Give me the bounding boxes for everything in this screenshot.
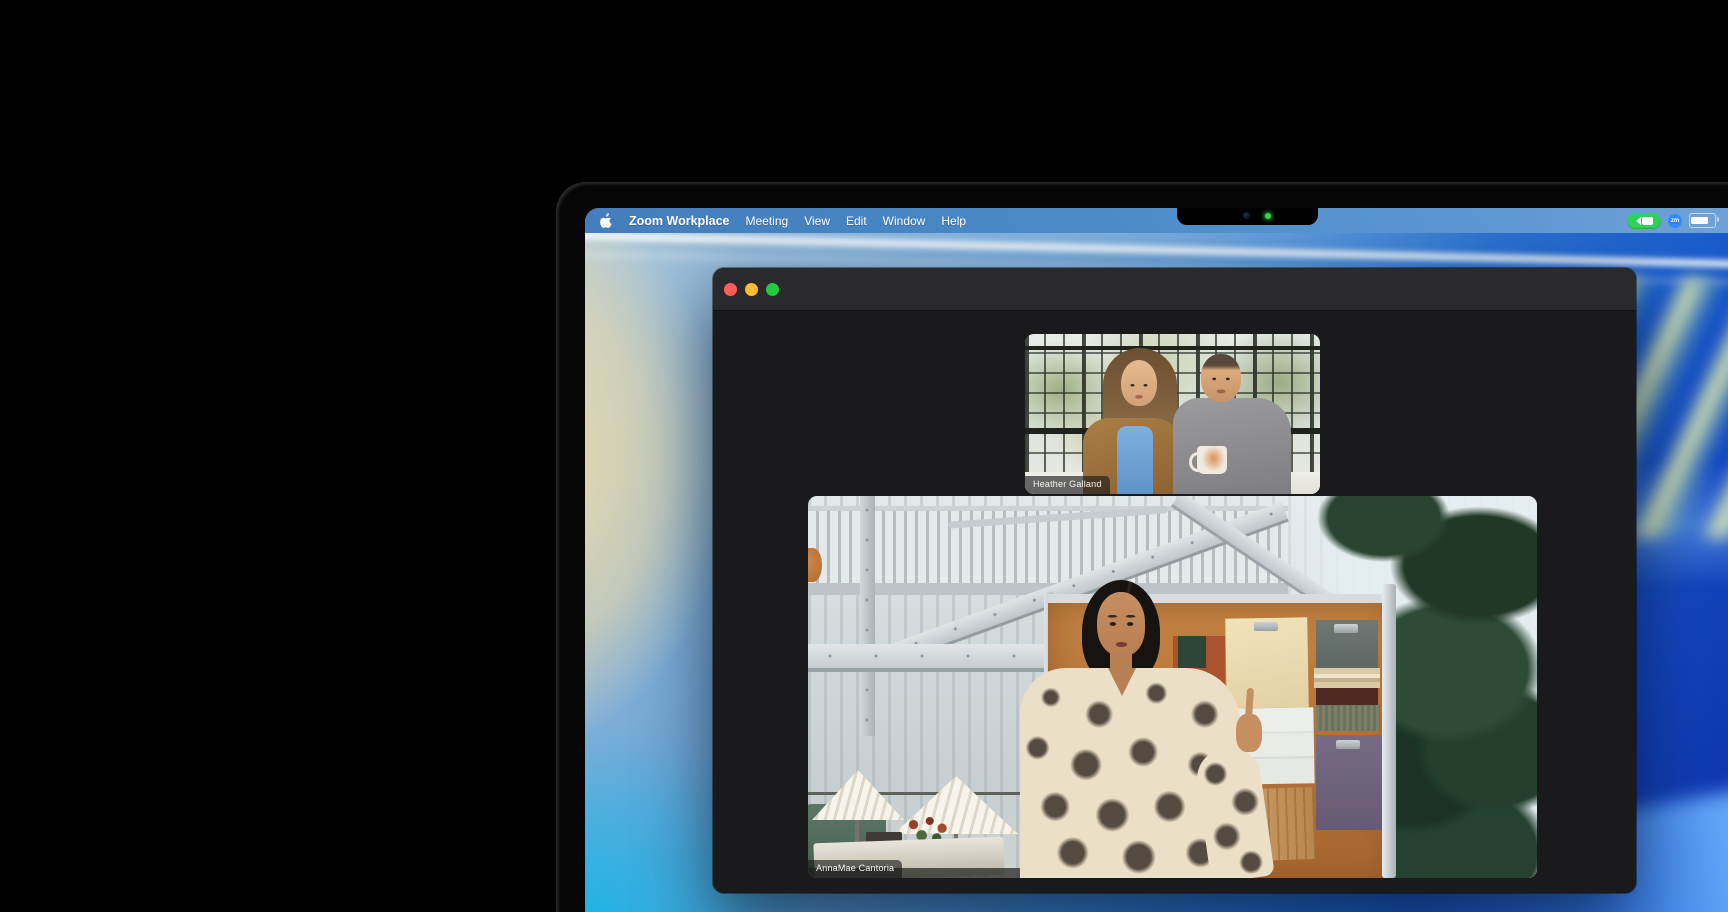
swatch-clip (1254, 622, 1278, 631)
video-tile-annamae-cantoria[interactable]: AnnaMae Cantoria (808, 496, 1537, 878)
camera-active-indicator[interactable] (1627, 213, 1661, 229)
traffic-lights (724, 283, 779, 296)
zoom-menubar-icon[interactable]: zm (1668, 214, 1682, 228)
menu-item-window[interactable]: Window (883, 214, 926, 228)
menu-item-help[interactable]: Help (941, 214, 966, 228)
divider-post (1382, 584, 1396, 878)
apple-icon (600, 213, 613, 228)
battery-nub (1717, 217, 1719, 222)
speaker-face (1097, 592, 1145, 656)
menu-item-view[interactable]: View (804, 214, 830, 228)
steel-post (860, 496, 875, 736)
wallpaper-streak (585, 231, 1728, 268)
menu-item-meeting[interactable]: Meeting (745, 214, 788, 228)
swatch-clip (1336, 740, 1360, 749)
battery-icon[interactable] (1689, 213, 1716, 228)
coffee-mug (1197, 446, 1227, 474)
window-titlebar[interactable] (713, 268, 1636, 311)
fullscreen-button[interactable] (766, 283, 779, 296)
camera-notch (1177, 208, 1318, 225)
man-gray-shirt (1173, 398, 1291, 494)
menu-bar-left: Zoom Workplace Meeting View Edit Window … (585, 213, 966, 228)
webcam-lens (1243, 212, 1250, 219)
maroon-swatch (1316, 688, 1378, 705)
participant-name-label: Heather Galland (1025, 476, 1110, 494)
woman-blue-shirt (1117, 426, 1153, 494)
zoom-meeting-window: Heather Galland (713, 268, 1636, 893)
camera-led (1265, 213, 1271, 219)
video-tile-heather-galland[interactable]: Heather Galland (1025, 334, 1320, 494)
fabric-sample-book (1314, 668, 1380, 688)
swatch-clip (1334, 624, 1358, 633)
desktop-wallpaper: Zoom Workplace Meeting View Edit Window … (585, 208, 1728, 912)
battery-fill (1691, 217, 1708, 224)
video-camera-icon (1642, 217, 1653, 225)
purple-swatch (1316, 735, 1382, 830)
video-camera-icon (1636, 217, 1641, 225)
menu-bar: Zoom Workplace Meeting View Edit Window … (585, 208, 1728, 233)
menu-bar-status: zm (1627, 213, 1728, 229)
green-swatch (1178, 636, 1206, 668)
minimize-button[interactable] (745, 283, 758, 296)
participant-name-label: AnnaMae Cantoria (808, 860, 902, 878)
menu-item-edit[interactable]: Edit (846, 214, 867, 228)
man-face (1201, 354, 1241, 402)
apple-menu[interactable] (600, 213, 613, 228)
meeting-stage: Heather Galland (713, 311, 1636, 893)
woven-swatch (1316, 705, 1380, 731)
woman-face (1121, 360, 1157, 406)
app-menu-zoom-workplace[interactable]: Zoom Workplace (629, 214, 729, 228)
cream-swatch (1225, 617, 1309, 708)
close-button[interactable] (724, 283, 737, 296)
window-beam (1025, 346, 1320, 350)
